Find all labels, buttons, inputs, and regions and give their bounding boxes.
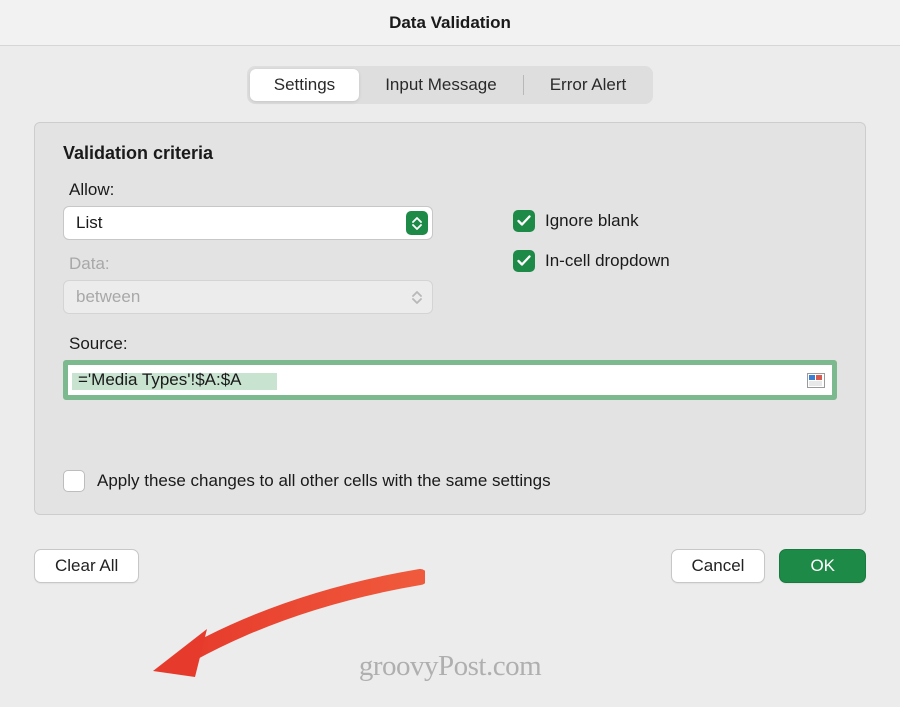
dialog-title: Data Validation xyxy=(0,0,900,46)
tabs-container: Settings Input Message Error Alert xyxy=(34,66,866,104)
clear-all-button[interactable]: Clear All xyxy=(34,549,139,583)
incell-dropdown-checkbox[interactable] xyxy=(513,250,535,272)
check-icon xyxy=(517,215,531,227)
criteria-heading: Validation criteria xyxy=(63,143,837,164)
dialog-content: Settings Input Message Error Alert Valid… xyxy=(0,46,900,533)
data-select-value: between xyxy=(76,287,140,307)
tab-settings[interactable]: Settings xyxy=(250,69,359,101)
dialog-title-text: Data Validation xyxy=(389,13,511,33)
annotation-arrow-icon xyxy=(135,569,425,689)
apply-all-row[interactable]: Apply these changes to all other cells w… xyxy=(63,470,837,492)
source-label: Source: xyxy=(69,334,837,354)
tab-input-message[interactable]: Input Message xyxy=(361,69,521,101)
allow-label: Allow: xyxy=(69,180,453,200)
apply-all-label: Apply these changes to all other cells w… xyxy=(97,471,551,491)
range-picker-icon[interactable] xyxy=(806,371,826,389)
criteria-panel: Validation criteria Allow: List Data: be… xyxy=(34,122,866,515)
data-select: between xyxy=(63,280,433,314)
tab-separator xyxy=(523,75,524,95)
allow-select-value: List xyxy=(76,213,102,233)
criteria-right-column: Ignore blank In-cell dropdown xyxy=(513,180,837,328)
ignore-blank-label: Ignore blank xyxy=(545,211,639,231)
tab-error-alert[interactable]: Error Alert xyxy=(526,69,651,101)
dialog-footer: Clear All Cancel OK xyxy=(0,533,900,583)
check-icon xyxy=(517,255,531,267)
data-label: Data: xyxy=(69,254,453,274)
tab-strip: Settings Input Message Error Alert xyxy=(247,66,653,104)
select-stepper-icon xyxy=(406,285,428,309)
select-stepper-icon xyxy=(406,211,428,235)
source-input-border: ='Media Types'!$A:$A xyxy=(63,360,837,400)
incell-dropdown-label: In-cell dropdown xyxy=(545,251,670,271)
source-section: Source: ='Media Types'!$A:$A xyxy=(63,334,837,400)
criteria-left-column: Allow: List Data: between xyxy=(63,180,453,328)
criteria-row: Allow: List Data: between xyxy=(63,180,837,328)
footer-right-buttons: Cancel OK xyxy=(671,549,866,583)
ignore-blank-row[interactable]: Ignore blank xyxy=(513,210,837,232)
incell-dropdown-row[interactable]: In-cell dropdown xyxy=(513,250,837,272)
cancel-button[interactable]: Cancel xyxy=(671,549,766,583)
apply-all-checkbox[interactable] xyxy=(63,470,85,492)
watermark: groovyPost.com xyxy=(359,650,541,683)
allow-select[interactable]: List xyxy=(63,206,433,240)
ignore-blank-checkbox[interactable] xyxy=(513,210,535,232)
source-input[interactable]: ='Media Types'!$A:$A xyxy=(68,365,832,395)
ok-button[interactable]: OK xyxy=(779,549,866,583)
source-input-value[interactable]: ='Media Types'!$A:$A xyxy=(68,370,806,390)
